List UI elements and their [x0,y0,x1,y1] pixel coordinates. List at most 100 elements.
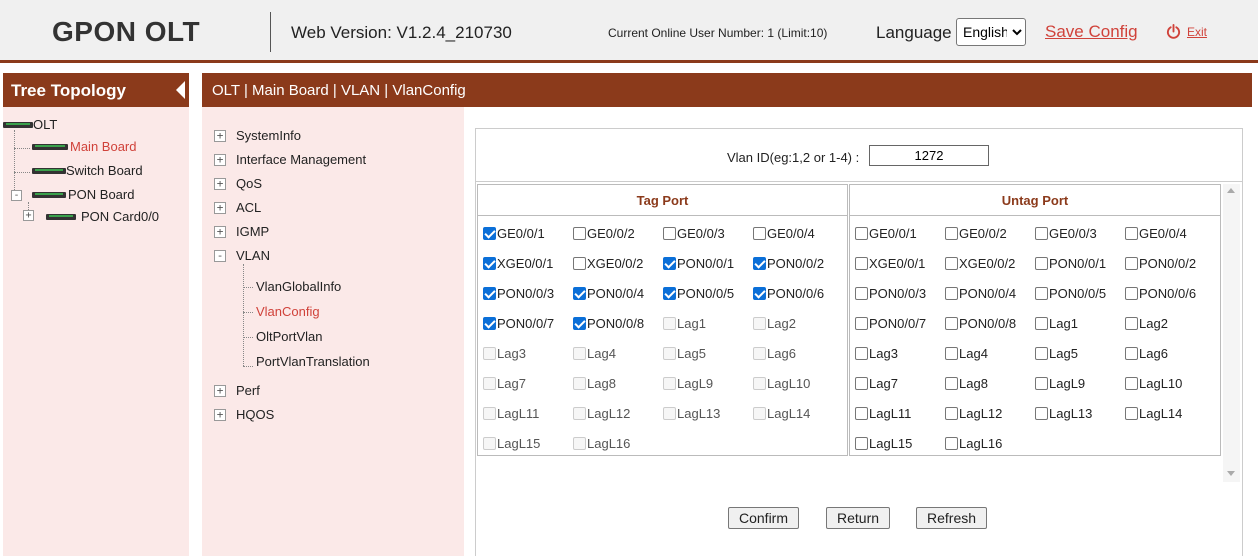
menu-item-interface-management[interactable]: Interface Management [236,152,366,167]
untag-port-checkbox[interactable]: LagL10 [1125,376,1182,391]
tag-port-checkbox[interactable]: PON0/0/1 [663,256,734,271]
tag-port-checkbox[interactable]: GE0/0/3 [663,226,725,241]
expand-toggle-icon[interactable]: + [214,409,226,421]
untag-port-checkbox[interactable]: GE0/0/3 [1035,226,1097,241]
expand-toggle-icon[interactable]: + [214,202,226,214]
refresh-button[interactable]: Refresh [916,507,988,529]
checkbox-icon[interactable] [753,287,766,300]
untag-port-checkbox[interactable]: GE0/0/1 [855,226,917,241]
untag-port-checkbox[interactable]: PON0/0/1 [1035,256,1106,271]
untag-port-checkbox[interactable]: LagL15 [855,436,912,451]
checkbox-icon[interactable] [483,227,496,240]
tag-port-checkbox[interactable]: PON0/0/8 [573,316,644,331]
checkbox-icon[interactable] [945,437,958,450]
checkbox-icon[interactable] [1125,407,1138,420]
untag-port-checkbox[interactable]: Lag2 [1125,316,1168,331]
checkbox-icon[interactable] [1125,257,1138,270]
checkbox-icon[interactable] [1035,407,1048,420]
expand-toggle-icon[interactable]: + [214,154,226,166]
untag-port-checkbox[interactable]: Lag8 [945,376,988,391]
menu-item-port-vlan-translation[interactable]: PortVlanTranslation [256,354,370,369]
checkbox-icon[interactable] [1125,287,1138,300]
tag-port-checkbox[interactable]: PON0/0/3 [483,286,554,301]
untag-port-checkbox[interactable]: PON0/0/6 [1125,286,1196,301]
exit-link[interactable]: Exit [1166,24,1207,39]
collapse-toggle-icon[interactable]: - [11,190,22,201]
scrollbar[interactable] [1223,184,1240,482]
untag-port-checkbox[interactable]: PON0/0/2 [1125,256,1196,271]
menu-item-igmp[interactable]: IGMP [236,224,269,239]
expand-toggle-icon[interactable]: + [23,210,34,221]
untag-port-checkbox[interactable]: GE0/0/2 [945,226,1007,241]
untag-port-checkbox[interactable]: PON0/0/3 [855,286,926,301]
untag-port-checkbox[interactable]: PON0/0/5 [1035,286,1106,301]
expand-toggle-icon[interactable]: + [214,385,226,397]
untag-port-checkbox[interactable]: PON0/0/8 [945,316,1016,331]
checkbox-icon[interactable] [573,287,586,300]
checkbox-icon[interactable] [855,347,868,360]
checkbox-icon[interactable] [573,257,586,270]
tag-port-checkbox[interactable]: PON0/0/4 [573,286,644,301]
untag-port-checkbox[interactable]: XGE0/0/1 [855,256,925,271]
menu-item-vlan[interactable]: VLAN [236,248,270,263]
tag-port-checkbox[interactable]: GE0/0/1 [483,226,545,241]
menu-item-vlan-global-info[interactable]: VlanGlobalInfo [256,279,341,294]
checkbox-icon[interactable] [945,257,958,270]
checkbox-icon[interactable] [1035,227,1048,240]
checkbox-icon[interactable] [945,347,958,360]
checkbox-icon[interactable] [855,287,868,300]
untag-port-checkbox[interactable]: LagL13 [1035,406,1092,421]
checkbox-icon[interactable] [945,227,958,240]
untag-port-checkbox[interactable]: Lag5 [1035,346,1078,361]
checkbox-icon[interactable] [483,317,496,330]
checkbox-icon[interactable] [855,257,868,270]
checkbox-icon[interactable] [1035,347,1048,360]
expand-toggle-icon[interactable]: + [214,130,226,142]
tag-port-checkbox[interactable]: GE0/0/2 [573,226,635,241]
menu-item-acl[interactable]: ACL [236,200,261,215]
menu-item-hqos[interactable]: HQOS [236,407,274,422]
checkbox-icon[interactable] [663,287,676,300]
untag-port-checkbox[interactable]: PON0/0/4 [945,286,1016,301]
save-config-link[interactable]: Save Config [1045,22,1138,42]
menu-item-perf[interactable]: Perf [236,383,260,398]
untag-port-checkbox[interactable]: LagL9 [1035,376,1085,391]
language-select[interactable]: English [956,18,1026,46]
checkbox-icon[interactable] [945,377,958,390]
checkbox-icon[interactable] [1035,257,1048,270]
triangle-left-icon[interactable] [176,81,185,99]
checkbox-icon[interactable] [1125,347,1138,360]
menu-item-system-info[interactable]: SystemInfo [236,128,301,143]
untag-port-checkbox[interactable]: Lag1 [1035,316,1078,331]
untag-port-checkbox[interactable]: Lag7 [855,376,898,391]
menu-item-olt-port-vlan[interactable]: OltPortVlan [256,329,322,344]
untag-port-checkbox[interactable]: GE0/0/4 [1125,226,1187,241]
checkbox-icon[interactable] [855,437,868,450]
tag-port-checkbox[interactable]: PON0/0/7 [483,316,554,331]
checkbox-icon[interactable] [855,227,868,240]
tree-node-switch-board[interactable]: Switch Board [32,163,143,178]
checkbox-icon[interactable] [663,227,676,240]
tag-port-checkbox[interactable]: PON0/0/5 [663,286,734,301]
tree-node-pon-card[interactable]: PON Card0/0 [46,209,159,224]
expand-toggle-icon[interactable]: + [214,226,226,238]
confirm-button[interactable]: Confirm [728,507,800,529]
untag-port-checkbox[interactable]: LagL11 [855,406,911,421]
untag-port-checkbox[interactable]: LagL12 [945,406,1002,421]
tag-port-checkbox[interactable]: XGE0/0/2 [573,256,643,271]
checkbox-icon[interactable] [855,317,868,330]
tag-port-checkbox[interactable]: PON0/0/6 [753,286,824,301]
checkbox-icon[interactable] [855,377,868,390]
checkbox-icon[interactable] [855,407,868,420]
checkbox-icon[interactable] [483,287,496,300]
checkbox-icon[interactable] [1125,227,1138,240]
untag-port-checkbox[interactable]: Lag6 [1125,346,1168,361]
checkbox-icon[interactable] [753,257,766,270]
tag-port-checkbox[interactable]: PON0/0/2 [753,256,824,271]
expand-toggle-icon[interactable]: + [214,178,226,190]
scroll-down-icon[interactable] [1227,471,1235,476]
checkbox-icon[interactable] [1125,317,1138,330]
tree-node-olt[interactable]: OLT [3,117,57,132]
checkbox-icon[interactable] [483,257,496,270]
checkbox-icon[interactable] [753,227,766,240]
